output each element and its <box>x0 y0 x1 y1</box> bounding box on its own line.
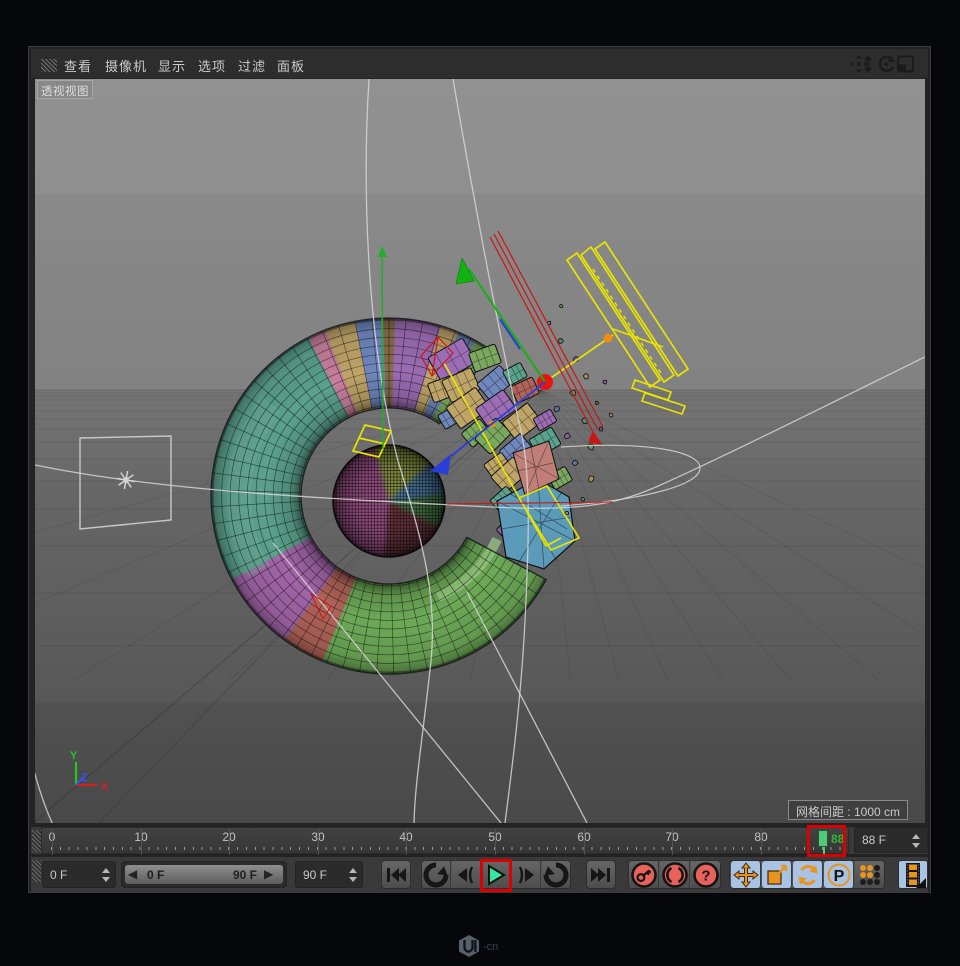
svg-text:P: P <box>833 868 844 885</box>
svg-text:X: X <box>101 781 109 793</box>
svg-text:?: ? <box>701 868 710 885</box>
svg-text:-cn: -cn <box>483 941 498 953</box>
svg-text:Y: Y <box>70 750 78 762</box>
